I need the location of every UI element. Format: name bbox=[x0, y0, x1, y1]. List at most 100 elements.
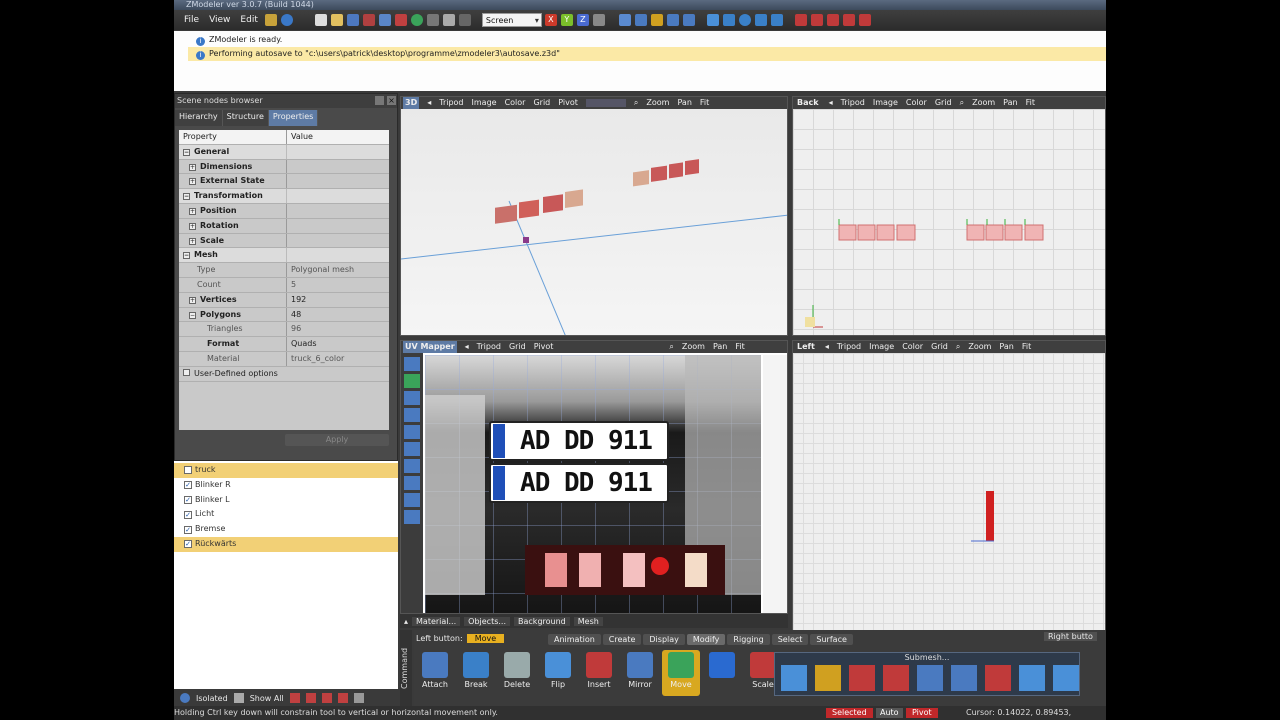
viewport-canvas[interactable] bbox=[793, 109, 1105, 335]
uv-align-icon[interactable] bbox=[404, 442, 420, 456]
uv-select-icon[interactable] bbox=[404, 357, 420, 371]
uv-unwrap-icon[interactable] bbox=[404, 493, 420, 507]
viewport-3d[interactable]: 3D ◂ Tripod Image Color Grid Pivot ⌕ Zoo… bbox=[400, 96, 788, 336]
pan-button[interactable]: Pan bbox=[677, 97, 691, 109]
property-row[interactable]: − Polygons 48 bbox=[179, 307, 389, 323]
node-item[interactable]: ✓ Bremse bbox=[174, 522, 398, 537]
checkbox[interactable] bbox=[183, 368, 190, 376]
tab-objects[interactable]: Objects... bbox=[464, 616, 511, 626]
expand-toggle-icon[interactable]: + bbox=[189, 178, 196, 186]
uv-icon[interactable] bbox=[826, 14, 839, 26]
toggle-image[interactable]: Image bbox=[869, 341, 894, 353]
command-tab[interactable]: Rigging bbox=[727, 633, 770, 645]
select-active-icon[interactable] bbox=[650, 14, 663, 26]
isolated-button[interactable]: Isolated bbox=[196, 694, 228, 703]
zoom-button[interactable]: Zoom bbox=[972, 97, 995, 109]
magnifier-icon[interactable]: ⌕ bbox=[669, 341, 673, 353]
right-button-label[interactable]: Right butto bbox=[1044, 632, 1097, 641]
visibility-checkbox[interactable]: ✓ bbox=[184, 495, 192, 504]
submesh-extrude-icon[interactable] bbox=[781, 665, 807, 691]
toggle-tripod[interactable]: Tripod bbox=[837, 341, 861, 353]
node-item[interactable]: truck bbox=[174, 463, 398, 478]
viewport-back[interactable]: Back ◂ Tripod Image Color Grid ⌕ Zoom Pa… bbox=[792, 96, 1106, 336]
toggle-tripod[interactable]: Tripod bbox=[841, 97, 865, 109]
uv-scale-icon[interactable] bbox=[404, 408, 420, 422]
axis-lock-icon[interactable] bbox=[592, 14, 605, 26]
command-tab[interactable]: Create bbox=[602, 633, 642, 645]
viewport-canvas[interactable]: AD DD 911 AD DD 911 bbox=[401, 353, 787, 613]
property-row[interactable]: + Scale bbox=[179, 233, 389, 249]
help-icon[interactable] bbox=[280, 14, 293, 26]
viewport-name[interactable]: Left bbox=[795, 341, 817, 353]
magnifier-icon[interactable]: ⌕ bbox=[960, 97, 964, 109]
isolate-icon[interactable] bbox=[180, 693, 190, 703]
uv-move-icon[interactable] bbox=[404, 374, 420, 388]
select-mode-icon[interactable] bbox=[634, 14, 647, 26]
toggle-image[interactable]: Image bbox=[873, 97, 898, 109]
tool-button[interactable]: Attach bbox=[416, 650, 454, 696]
node-item[interactable]: ✓ Blinker L bbox=[174, 493, 398, 508]
uv-weld-icon[interactable] bbox=[404, 459, 420, 473]
submesh-delete-icon[interactable] bbox=[985, 665, 1011, 691]
hide-icon[interactable] bbox=[289, 693, 300, 703]
vertex-mode-icon[interactable] bbox=[666, 14, 679, 26]
show-all-button[interactable]: Show All bbox=[250, 694, 284, 703]
pan-button[interactable]: Pan bbox=[1003, 97, 1017, 109]
tool-button[interactable]: Mirror bbox=[621, 650, 659, 696]
tool-button[interactable]: Move bbox=[662, 650, 700, 696]
expand-toggle-icon[interactable]: − bbox=[183, 148, 190, 156]
command-tab[interactable]: Display bbox=[643, 633, 685, 645]
property-row[interactable]: − General bbox=[179, 144, 389, 160]
visibility-checkbox[interactable]: ✓ bbox=[184, 510, 192, 519]
toggle-grid[interactable]: Grid bbox=[533, 97, 550, 109]
chevron-up-icon[interactable]: ▴ bbox=[404, 617, 408, 626]
command-tab[interactable]: Surface bbox=[810, 633, 853, 645]
redo-icon[interactable] bbox=[394, 14, 407, 26]
pyramid-icon[interactable] bbox=[706, 14, 719, 26]
viewport-name[interactable]: UV Mapper bbox=[403, 341, 457, 353]
undo-icon[interactable] bbox=[264, 14, 277, 26]
property-row[interactable]: − Transformation bbox=[179, 189, 389, 204]
plane-icon[interactable] bbox=[770, 14, 783, 26]
pan-button[interactable]: Pan bbox=[713, 341, 727, 353]
node-item[interactable]: ✓ Licht bbox=[174, 507, 398, 522]
menu-view[interactable]: View bbox=[205, 15, 234, 25]
tool-button[interactable]: Insert bbox=[580, 650, 618, 696]
property-row[interactable]: Type Polygonal mesh bbox=[179, 263, 389, 278]
sphere-icon[interactable] bbox=[738, 14, 751, 26]
property-row[interactable]: Triangles 96 bbox=[179, 322, 389, 338]
magnifier-icon[interactable]: ⌕ bbox=[634, 97, 638, 109]
freeze-icon[interactable] bbox=[321, 693, 332, 703]
fit-button[interactable]: Fit bbox=[700, 97, 709, 109]
grid-icon[interactable] bbox=[442, 14, 455, 26]
magnifier-icon[interactable]: ⌕ bbox=[956, 341, 960, 353]
apply-button[interactable]: Apply bbox=[285, 434, 389, 446]
node-item[interactable]: ✓ Rückwärts bbox=[174, 536, 398, 552]
tab-background[interactable]: Background bbox=[514, 616, 570, 626]
texture-icon[interactable] bbox=[810, 14, 823, 26]
uv-scroll-area[interactable] bbox=[763, 355, 787, 613]
tab-material[interactable]: Material... bbox=[412, 616, 461, 626]
zoom-button[interactable]: Zoom bbox=[646, 97, 669, 109]
zoom-button[interactable]: Zoom bbox=[968, 341, 991, 353]
uv-rotate-icon[interactable] bbox=[404, 391, 420, 405]
viewport-left[interactable]: Left ◂ Tripod Image Color Grid ⌕ Zoom Pa… bbox=[792, 340, 1106, 632]
copy-icon[interactable] bbox=[378, 14, 391, 26]
camera-icon[interactable] bbox=[858, 14, 871, 26]
property-row[interactable]: + Dimensions bbox=[179, 159, 389, 175]
selected-mode-button[interactable]: Selected bbox=[826, 708, 873, 718]
property-row[interactable]: + External State bbox=[179, 174, 389, 190]
tool-button[interactable]: Delete bbox=[498, 650, 536, 696]
toggle-grid[interactable]: Grid bbox=[509, 341, 526, 353]
command-tab[interactable]: Animation bbox=[548, 633, 601, 645]
toggle-pivot[interactable]: Pivot bbox=[534, 341, 554, 353]
layers-icon[interactable] bbox=[426, 14, 439, 26]
command-tab[interactable]: Select bbox=[771, 633, 809, 645]
node-item[interactable]: ✓ Blinker R bbox=[174, 478, 398, 493]
submesh-split-icon[interactable] bbox=[883, 665, 909, 691]
menu-edit[interactable]: Edit bbox=[236, 15, 261, 25]
toggle-image[interactable]: Image bbox=[472, 97, 497, 109]
zoom-button[interactable]: Zoom bbox=[682, 341, 705, 353]
expand-toggle-icon[interactable]: + bbox=[189, 222, 196, 230]
toggle-grid[interactable]: Grid bbox=[935, 97, 952, 109]
